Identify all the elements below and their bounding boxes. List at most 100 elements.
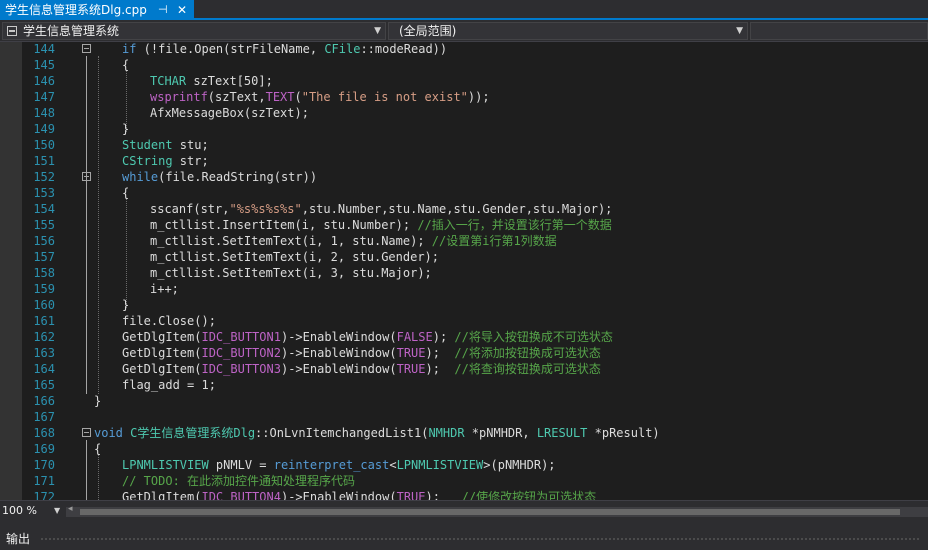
scroll-left-icon[interactable]: ◂	[68, 504, 73, 514]
code-line[interactable]: 156 m_ctllist.SetItemText(i, 1, stu.Name)…	[0, 233, 928, 249]
code-line[interactable]: 144 if (!file.Open(strFileName, CFile::mo…	[0, 42, 928, 57]
horizontal-scrollbar[interactable]: ◂	[66, 504, 928, 517]
line-number: 160	[33, 298, 55, 312]
collapse-icon[interactable]	[82, 44, 91, 53]
chevron-down-icon: ▼	[736, 26, 743, 36]
code-line[interactable]: 157 m_ctllist.SetItemText(i, 2, stu.Gende…	[0, 249, 928, 265]
code-line[interactable]: 153 {	[0, 185, 928, 201]
code-text: GetDlgItem(IDC_BUTTON2)->EnableWindow(TR…	[122, 346, 601, 360]
line-number: 161	[33, 314, 55, 328]
line-number: 163	[33, 346, 55, 360]
close-icon[interactable]: ✕	[177, 0, 187, 20]
member-scope-dropdown[interactable]	[750, 22, 928, 40]
collapse-icon[interactable]	[82, 172, 91, 181]
line-number: 162	[33, 330, 55, 344]
chevron-down-icon: ▼	[374, 26, 381, 36]
code-line[interactable]: 168 void C学生信息管理系统Dlg::OnLvnItemchangedLi…	[0, 425, 928, 441]
code-line[interactable]: 160}	[0, 297, 928, 313]
code-line[interactable]: 150 Student stu;	[0, 137, 928, 153]
line-number: 154	[33, 202, 55, 216]
line-number: 158	[33, 266, 55, 280]
output-panel-header[interactable]: 输出	[0, 528, 928, 550]
line-number: 167	[33, 410, 55, 424]
line-number: 147	[33, 90, 55, 104]
zoom-dropdown[interactable]: 100 % ▼	[2, 503, 62, 519]
code-text: m_ctllist.SetItemText(i, 1, stu.Name); /…	[150, 234, 557, 248]
code-text: GetDlgItem(IDC_BUTTON4)->EnableWindow(TR…	[122, 490, 597, 500]
code-line[interactable]: 164 GetDlgItem(IDC_BUTTON3)->EnableWindow…	[0, 361, 928, 377]
code-text: GetDlgItem(IDC_BUTTON1)->EnableWindow(FA…	[122, 330, 613, 344]
code-text: flag_add = 1;	[122, 378, 216, 392]
code-line[interactable]: 145 {	[0, 57, 928, 73]
code-text: CString str;	[122, 154, 209, 168]
code-line[interactable]: 172 GetDlgItem(IDC_BUTTON4)->EnableWindow…	[0, 489, 928, 500]
function-scope-dropdown[interactable]: (全局范围) ▼	[388, 22, 748, 40]
line-number: 149	[33, 122, 55, 136]
code-line[interactable]: 154 sscanf(str,"%s%s%s%s",stu.Number,stu.…	[0, 201, 928, 217]
code-text: m_ctllist.InsertItem(i, stu.Number); //插…	[150, 218, 612, 232]
code-text: GetDlgItem(IDC_BUTTON3)->EnableWindow(TR…	[122, 362, 601, 376]
code-line[interactable]: 159 i++;	[0, 281, 928, 297]
document-tab-title: 学生信息管理系统Dlg.cpp	[5, 3, 147, 17]
document-tab-bar: 学生信息管理系统Dlg.cpp ⊣ ✕	[0, 0, 928, 20]
code-text: {	[122, 58, 130, 72]
line-number: 148	[33, 106, 55, 120]
line-number: 144	[33, 42, 55, 56]
code-line[interactable]: 146 TCHAR szText[50];	[0, 73, 928, 89]
code-text: TCHAR szText[50];	[150, 74, 273, 88]
line-number: 156	[33, 234, 55, 248]
line-number: 165	[33, 378, 55, 392]
code-line[interactable]: 165 flag_add = 1;	[0, 377, 928, 393]
code-line[interactable]: 170 LPNMLISTVIEW pNMLV = reinterpret_cast…	[0, 457, 928, 473]
code-line[interactable]: 149}	[0, 121, 928, 137]
code-line[interactable]: 167	[0, 409, 928, 425]
line-number: 170	[33, 458, 55, 472]
class-icon	[7, 26, 17, 36]
line-number: 146	[33, 74, 55, 88]
code-text: wsprintf(szText,TEXT("The file is not ex…	[150, 90, 490, 104]
navigation-bar: 学生信息管理系统 ▼ (全局范围) ▼	[0, 20, 928, 42]
code-text: AfxMessageBox(szText);	[150, 106, 309, 120]
line-number: 172	[33, 490, 55, 500]
line-number: 159	[33, 282, 55, 296]
document-tab[interactable]: 学生信息管理系统Dlg.cpp ⊣ ✕	[0, 0, 194, 20]
code-line[interactable]: 171 // TODO: 在此添加控件通知处理程序代码	[0, 473, 928, 489]
code-line[interactable]: 161 file.Close();	[0, 313, 928, 329]
code-line[interactable]: 155 m_ctllist.InsertItem(i, stu.Number); …	[0, 217, 928, 233]
code-line[interactable]: 162 GetDlgItem(IDC_BUTTON1)->EnableWindow…	[0, 329, 928, 345]
code-text: sscanf(str,"%s%s%s%s",stu.Number,stu.Nam…	[150, 202, 613, 216]
code-line[interactable]: 169 {	[0, 441, 928, 457]
editor-status-bar: 100 % ▼ ◂	[0, 500, 928, 522]
code-line[interactable]: 158 m_ctllist.SetItemText(i, 3, stu.Major…	[0, 265, 928, 281]
code-text: LPNMLISTVIEW pNMLV = reinterpret_cast<LP…	[122, 458, 556, 472]
collapse-icon[interactable]	[82, 428, 91, 437]
scrollbar-thumb[interactable]	[80, 509, 900, 515]
code-line[interactable]: 163 GetDlgItem(IDC_BUTTON2)->EnableWindow…	[0, 345, 928, 361]
code-editor[interactable]: 144 if (!file.Open(strFileName, CFile::mo…	[0, 42, 928, 500]
output-panel-title: 输出	[6, 532, 31, 546]
line-number: 150	[33, 138, 55, 152]
code-text: {	[122, 186, 130, 200]
pin-icon[interactable]: ⊣	[158, 0, 168, 20]
line-number: 164	[33, 362, 55, 376]
code-line[interactable]: 152 while(file.ReadString(str))	[0, 169, 928, 185]
code-line[interactable]: 148 AfxMessageBox(szText);	[0, 105, 928, 121]
code-text: file.Close();	[122, 314, 216, 328]
code-text: if (!file.Open(strFileName, CFile::modeR…	[122, 42, 448, 56]
function-scope-label: (全局范围)	[399, 24, 457, 38]
line-number: 145	[33, 58, 55, 72]
zoom-level: 100 %	[2, 504, 37, 517]
line-number: 166	[33, 394, 55, 408]
line-number: 151	[33, 154, 55, 168]
panel-grip[interactable]	[40, 537, 920, 542]
line-number: 171	[33, 474, 55, 488]
line-number: 152	[33, 170, 55, 184]
code-line[interactable]: 147 wsprintf(szText,TEXT("The file is not…	[0, 89, 928, 105]
code-line[interactable]: 166}	[0, 393, 928, 409]
line-number: 157	[33, 250, 55, 264]
code-line[interactable]: 151 CString str;	[0, 153, 928, 169]
code-text: while(file.ReadString(str))	[122, 170, 318, 184]
code-text: }	[122, 122, 130, 136]
class-scope-dropdown[interactable]: 学生信息管理系统 ▼	[2, 22, 386, 40]
code-text: m_ctllist.SetItemText(i, 3, stu.Major);	[150, 266, 432, 280]
